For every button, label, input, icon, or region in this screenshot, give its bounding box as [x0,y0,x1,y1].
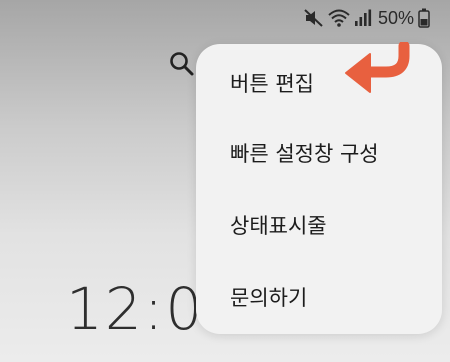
search-icon [169,51,195,81]
menu-item-quick-panel-layout[interactable]: 빠른 설정창 구성 [230,144,379,165]
menu-item-contact-us[interactable]: 문의하기 [230,288,307,309]
mute-icon [304,9,324,27]
menu-item-edit-buttons[interactable]: 버튼 편집 [230,74,314,95]
search-button[interactable] [166,50,198,82]
signal-icon [354,9,372,27]
status-bar: 50% [304,6,430,30]
menu-item-status-bar[interactable]: 상태표시줄 [230,216,327,237]
battery-percentage: 50% [377,7,414,28]
wifi-icon [328,9,350,27]
pointer-arrow-annotation [342,40,416,104]
screen: 50% 12:03 버튼 편집 빠른 설정창 구성 상태표시줄 문의하기 [0,0,450,362]
battery-icon [418,8,430,28]
